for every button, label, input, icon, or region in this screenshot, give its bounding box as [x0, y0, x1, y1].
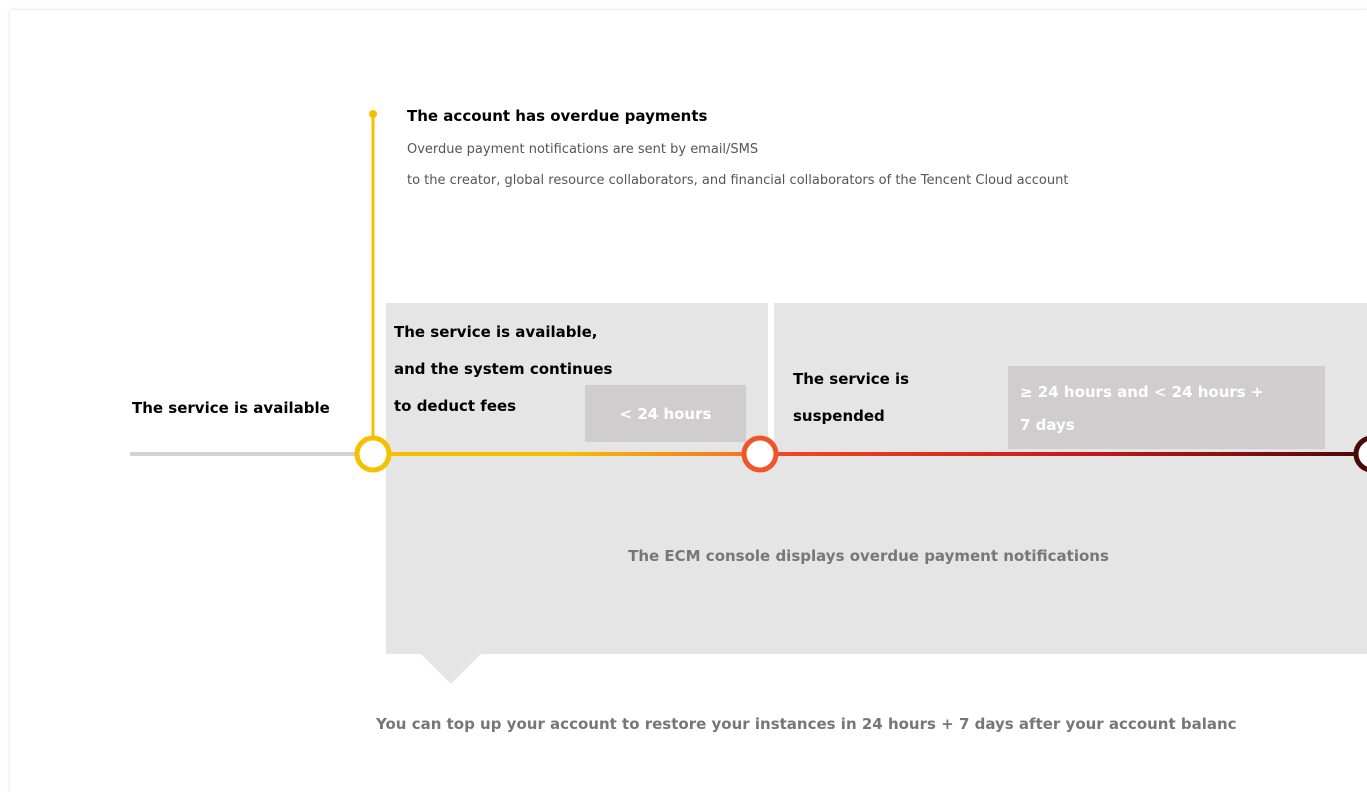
duration-short-badge: < 24 hours: [585, 385, 746, 442]
duration-long-text-line-2: 7 days: [1020, 416, 1075, 434]
stage-suspended-label-line-1: The service is: [793, 370, 910, 388]
stage-deducting-label-line-2: and the system continues: [394, 360, 613, 378]
stage-deducting-label-line-1: The service is available,: [394, 323, 598, 341]
overdue-title: The account has overdue payments: [407, 107, 708, 125]
stage-deducting-label-line-3: to deduct fees: [394, 397, 517, 415]
duration-long-text-line-1: ≥ 24 hours and < 24 hours +: [1020, 383, 1264, 401]
overdue-description-line-1: Overdue payment notifications are sent b…: [407, 142, 759, 157]
stage-available-label: The service is available: [132, 399, 330, 417]
console-notice-text: The ECM console displays overdue payment…: [628, 547, 1109, 565]
overdue-description-line-2: to the creator, global resource collabor…: [407, 173, 1069, 188]
milestone-overdue-circle: [354, 435, 392, 473]
milestone-final-circle: [1353, 436, 1367, 472]
overdue-marker-dot: [369, 110, 377, 118]
duration-short-text: < 24 hours: [619, 404, 712, 423]
diagram-frame: The account has overdue payments Overdue…: [10, 10, 1367, 792]
stage-suspended-label-line-2: suspended: [793, 407, 885, 425]
milestone-suspended-circle: [741, 435, 779, 473]
duration-long-badge: ≥ 24 hours and < 24 hours + 7 days: [1008, 366, 1325, 449]
diagram-stage: The account has overdue payments Overdue…: [0, 0, 1367, 792]
restore-notice-text: You can top up your account to restore y…: [376, 715, 1237, 733]
